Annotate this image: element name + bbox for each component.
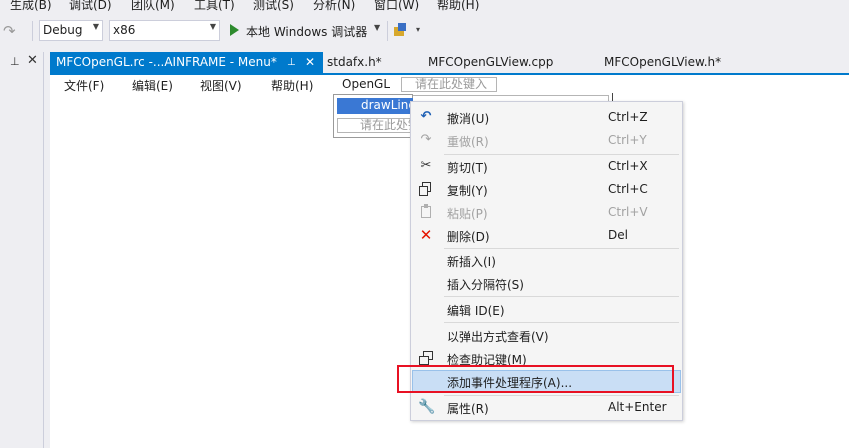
resource-menu-bar: 文件(F) 编辑(E) 视图(V) 帮助(H) OpenGL — [50, 75, 610, 93]
ctx-insert-separator[interactable]: 插入分隔符(S) — [412, 272, 681, 295]
ctx-label: 删除(D) — [447, 230, 490, 244]
ctx-label: 剪切(T) — [447, 161, 488, 175]
wrench-icon: 🔧 — [418, 399, 436, 415]
resource-menu-view[interactable]: 视图(V) — [200, 77, 242, 94]
check-mnemonics-icon — [418, 350, 434, 366]
redo-icon: ↷ — [420, 132, 432, 147]
chevron-down-icon: ▼ — [92, 22, 99, 31]
ctx-shortcut: Ctrl+V — [608, 205, 648, 219]
toolbar-options-icon[interactable]: ▾ — [416, 25, 420, 34]
menu-help[interactable]: 帮助(H) — [437, 0, 479, 13]
ctx-label: 新插入(I) — [447, 255, 496, 269]
menu-separator — [444, 322, 679, 323]
close-icon[interactable]: ✕ — [305, 52, 315, 73]
ctx-delete[interactable]: ✕ 删除(D) Del — [412, 224, 681, 247]
start-debugging-button[interactable]: 本地 Windows 调试器 ▼ — [228, 20, 380, 42]
ctx-shortcut: Ctrl+C — [608, 182, 648, 196]
toolbar-separator — [387, 21, 388, 41]
tab-stdafx-h[interactable]: stdafx.h* — [327, 52, 382, 73]
menu-team[interactable]: 团队(M) — [131, 0, 175, 13]
ctx-shortcut: Alt+Enter — [608, 400, 667, 414]
new-menu-placeholder[interactable]: 请在此处键入 — [401, 77, 497, 92]
resource-menu-help[interactable]: 帮助(H) — [271, 77, 313, 94]
ctx-label: 复制(Y) — [447, 184, 488, 198]
run-label: 本地 Windows 调试器 — [246, 25, 368, 39]
menu-test[interactable]: 测试(S) — [253, 0, 294, 13]
undo-icon: ↶ — [420, 109, 432, 124]
resource-menu-file[interactable]: 文件(F) — [64, 77, 104, 94]
ctx-properties[interactable]: 🔧 属性(R) Alt+Enter — [412, 396, 681, 419]
paste-icon — [418, 204, 434, 220]
ctx-copy[interactable]: 复制(Y) Ctrl+C — [412, 178, 681, 201]
resource-menu-opengl[interactable]: OpenGL — [342, 77, 390, 91]
menu-separator — [444, 296, 679, 297]
ctx-label: 属性(R) — [447, 402, 489, 416]
cut-icon: ✂ — [420, 158, 432, 173]
tab-label: MFCOpenGL.rc -...AINFRAME - Menu* — [56, 55, 277, 69]
ctx-label: 编辑 ID(E) — [447, 304, 505, 318]
opengl-dropdown: drawLine 请在此处键入 — [333, 94, 413, 138]
callout-highlight-box — [397, 365, 674, 393]
ctx-cut[interactable]: ✂ 剪切(T) Ctrl+X — [412, 155, 681, 178]
delete-icon: ✕ — [419, 226, 433, 244]
copy-icon — [418, 181, 434, 197]
play-icon — [230, 24, 239, 36]
solution-config-select[interactable]: Debug ▼ — [39, 20, 103, 41]
menu-analyze[interactable]: 分析(N) — [313, 0, 355, 13]
tab-mfcopenglview-cpp[interactable]: MFCOpenGLView.cpp — [428, 52, 553, 73]
tab-menu-resource[interactable]: MFCOpenGL.rc -...AINFRAME - Menu* ⊥ ✕ — [50, 52, 323, 73]
ctx-shortcut: Del — [608, 228, 628, 242]
ctx-shortcut: Ctrl+Z — [608, 110, 648, 124]
pin-icon[interactable]: ⊥ — [10, 55, 20, 68]
menu-tools[interactable]: 工具(T) — [194, 0, 235, 13]
menu-build[interactable]: 生成(B) — [10, 0, 52, 13]
menu-debug[interactable]: 调试(D) — [69, 0, 112, 13]
ctx-undo[interactable]: ↶ 撤消(U) Ctrl+Z — [412, 106, 681, 129]
find-in-files-icon[interactable] — [394, 23, 408, 37]
solution-platform-select[interactable]: x86 ▼ — [109, 20, 220, 41]
platform-value: x86 — [113, 23, 136, 37]
drawline-menu-item[interactable]: drawLine — [337, 98, 413, 114]
ctx-shortcut: Ctrl+Y — [608, 133, 647, 147]
ctx-label: 重做(R) — [447, 135, 489, 149]
left-docked-panel: ⊥ ✕ — [0, 52, 44, 448]
ctx-shortcut: Ctrl+X — [608, 159, 648, 173]
chevron-down-icon: ▼ — [209, 22, 216, 31]
ctx-edit-id[interactable]: 编辑 ID(E) — [412, 298, 681, 321]
standard-toolbar: ↷ Debug ▼ x86 ▼ 本地 Windows 调试器 ▼ ▾ — [0, 17, 849, 45]
pin-icon[interactable]: ⊥ — [287, 52, 296, 73]
ctx-redo[interactable]: ↷ 重做(R) Ctrl+Y — [412, 129, 681, 152]
toolbar-separator — [32, 21, 33, 41]
ctx-label: 以弹出方式查看(V) — [447, 330, 549, 344]
ctx-paste[interactable]: 粘贴(P) Ctrl+V — [412, 201, 681, 224]
redo-icon[interactable]: ↷ — [3, 22, 16, 40]
close-icon[interactable]: ✕ — [27, 53, 38, 68]
new-submenu-placeholder[interactable]: 请在此处键入 — [337, 118, 413, 133]
ctx-insert-new[interactable]: 新插入(I) — [412, 249, 681, 272]
ctx-label: 粘贴(P) — [447, 207, 488, 221]
ctx-label: 插入分隔符(S) — [447, 278, 524, 292]
document-tab-strip: MFCOpenGL.rc -...AINFRAME - Menu* ⊥ ✕ st… — [50, 52, 849, 73]
tab-mfcopenglview-h[interactable]: MFCOpenGLView.h* — [604, 52, 721, 73]
resource-menu-edit[interactable]: 编辑(E) — [132, 77, 173, 94]
ctx-label: 撤消(U) — [447, 112, 490, 126]
main-menu-bar: 生成(B) 调试(D) 团队(M) 工具(T) 测试(S) 分析(N) 窗口(W… — [0, 0, 849, 14]
menu-window[interactable]: 窗口(W) — [374, 0, 419, 13]
chevron-down-icon[interactable]: ▼ — [374, 23, 380, 32]
config-value: Debug — [43, 23, 83, 37]
ctx-view-as-popup[interactable]: 以弹出方式查看(V) — [412, 324, 681, 347]
